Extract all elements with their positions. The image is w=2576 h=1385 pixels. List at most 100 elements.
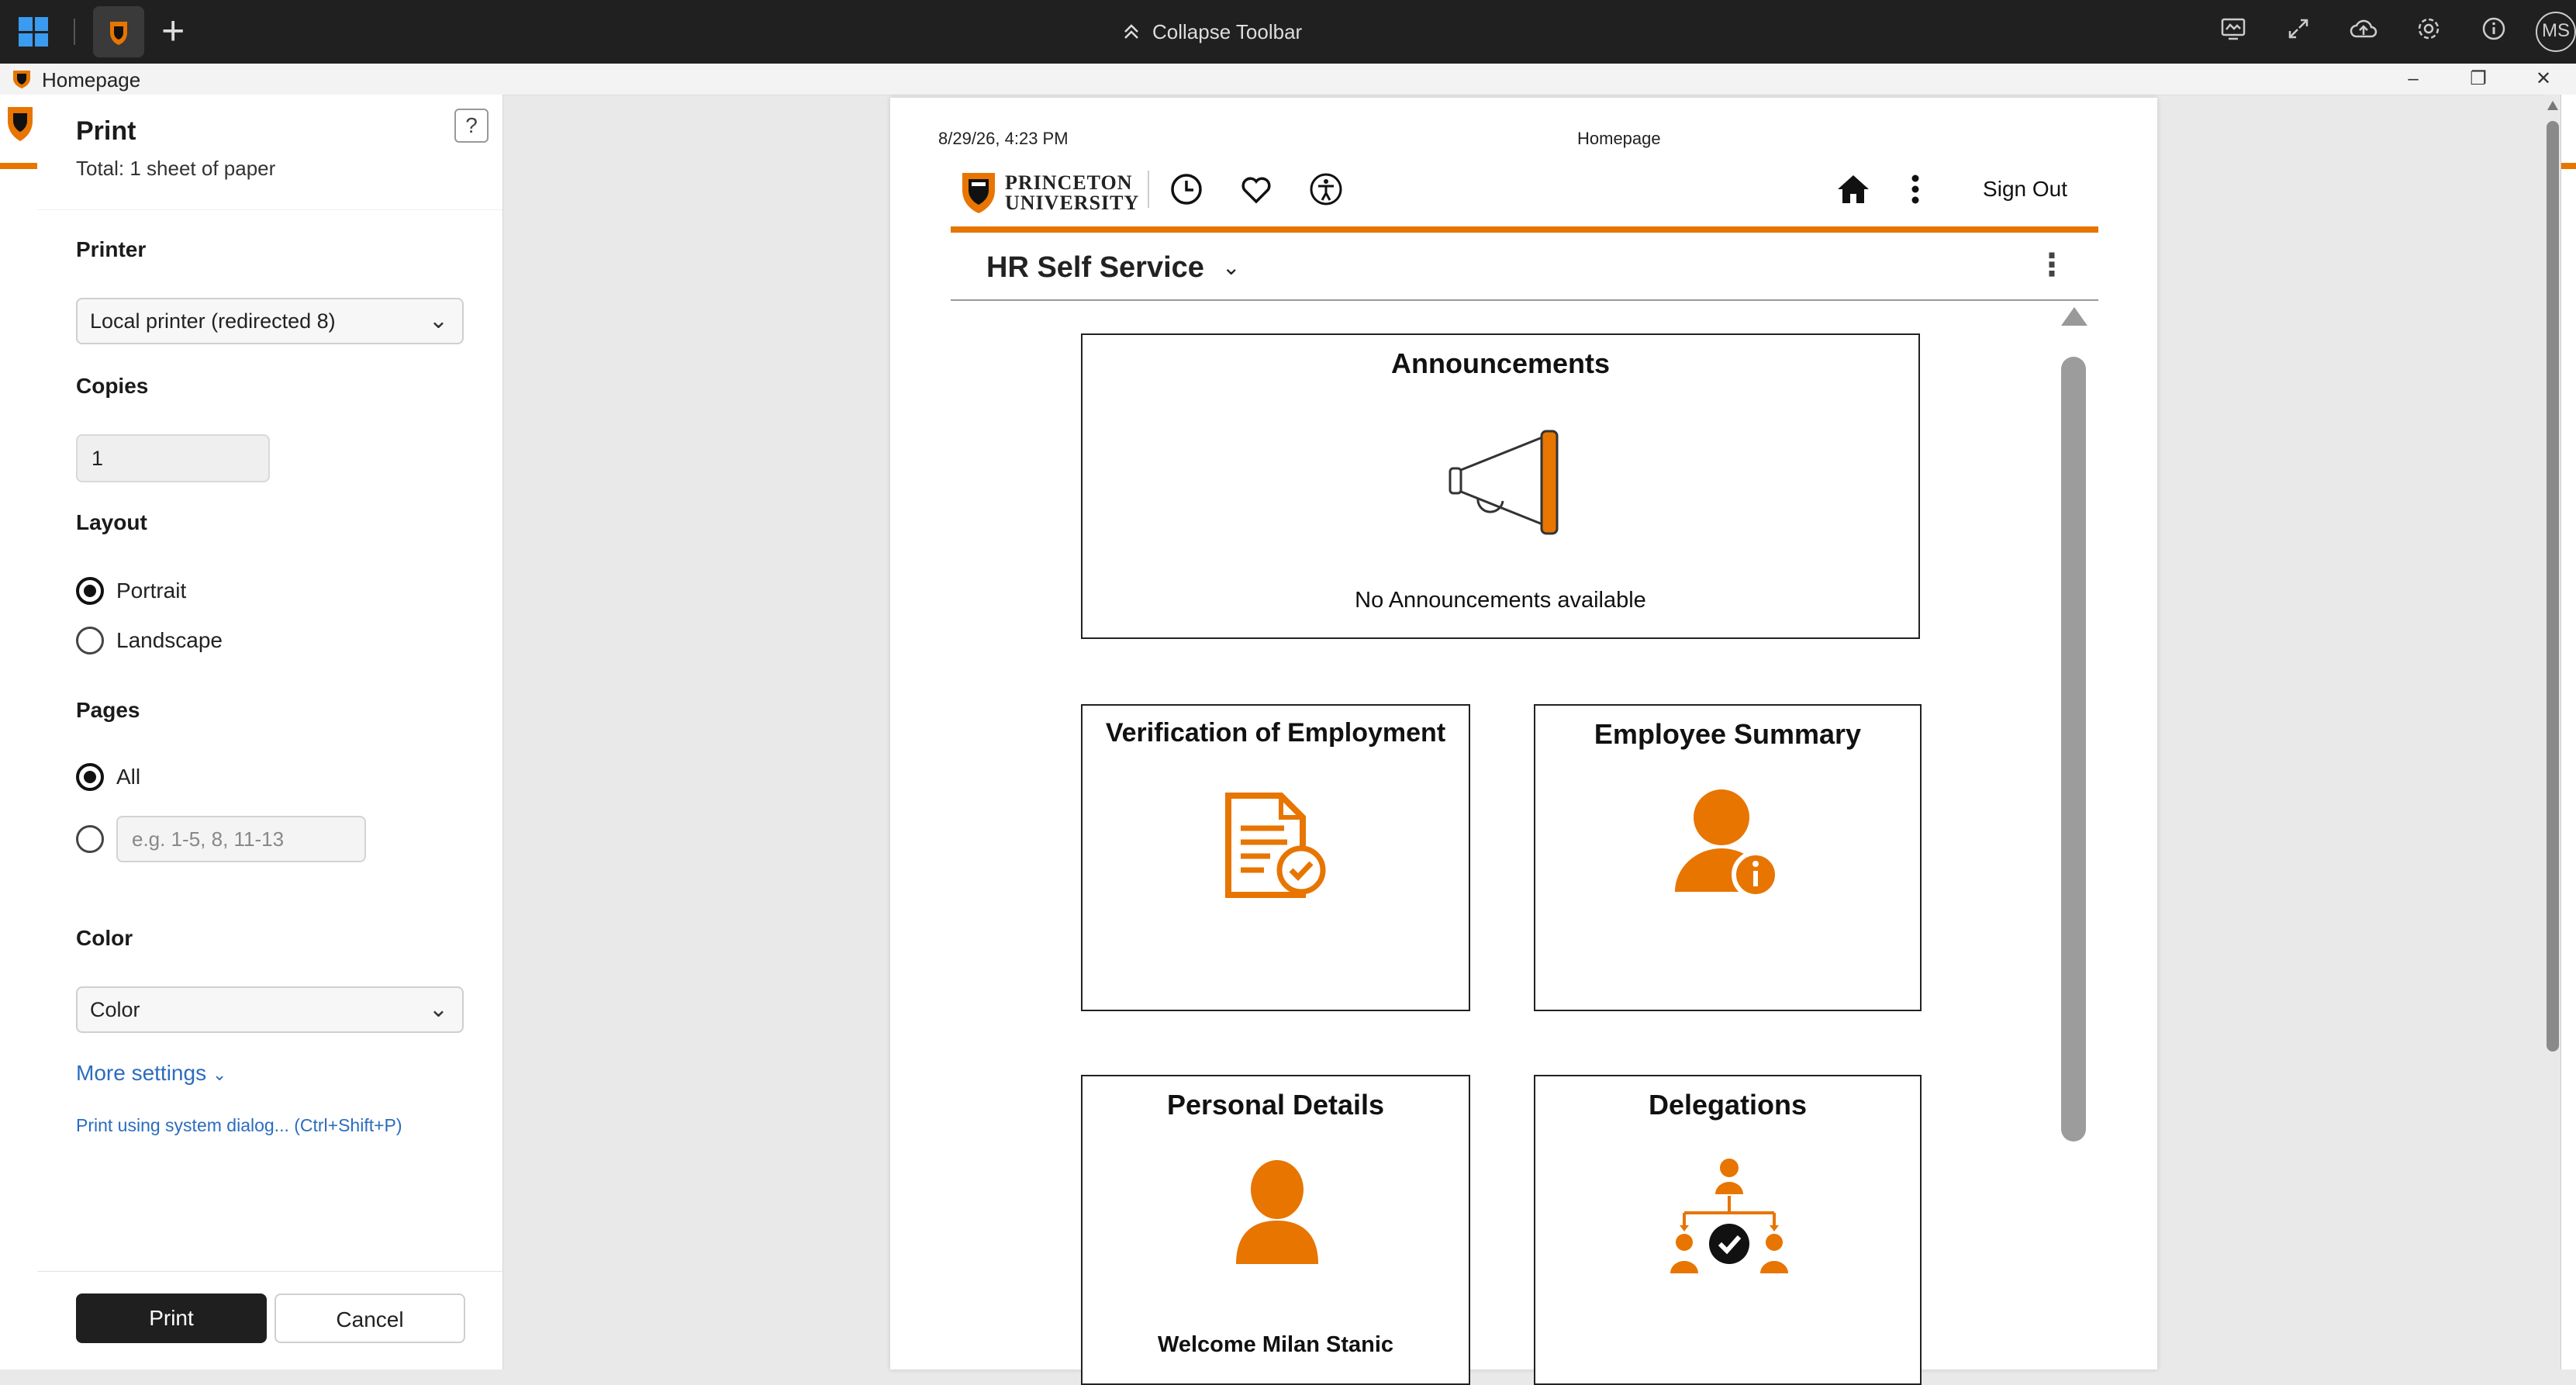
clock-icon[interactable] bbox=[1168, 171, 1205, 208]
kebab-menu-icon[interactable] bbox=[1897, 171, 1934, 208]
delegations-tile[interactable]: Delegations bbox=[1534, 1075, 1922, 1385]
background-page-edge bbox=[2560, 95, 2576, 1369]
layout-label: Layout bbox=[76, 510, 147, 534]
info-icon[interactable] bbox=[2461, 16, 2526, 47]
person-info-icon bbox=[1675, 789, 1780, 899]
scroll-thumb[interactable] bbox=[2061, 357, 2086, 1142]
section-title[interactable]: HR Self Service bbox=[986, 251, 1204, 285]
cloud-upload-icon[interactable] bbox=[2331, 16, 2396, 47]
help-icon[interactable]: ? bbox=[454, 109, 489, 143]
pages-range-input[interactable]: e.g. 1-5, 8, 11-13 bbox=[116, 816, 366, 862]
kebab-menu-icon[interactable]: ⋮ bbox=[2036, 248, 2067, 282]
print-page-title: Homepage bbox=[1577, 129, 1661, 148]
announcements-tile[interactable]: Announcements No Announcements available bbox=[1081, 333, 1920, 639]
color-label: Color bbox=[76, 926, 133, 950]
logo-line2: UNIVERSITY bbox=[1005, 192, 1140, 214]
verification-tile[interactable]: Verification of Employment bbox=[1081, 704, 1470, 1011]
print-settings-panel: Print Total: 1 sheet of paper ? Printer … bbox=[37, 95, 503, 1369]
pages-label: Pages bbox=[76, 698, 140, 722]
tile-title: Employee Summary bbox=[1594, 718, 1862, 750]
printer-select[interactable]: Local printer (redirected 8) ⌄ bbox=[76, 298, 464, 344]
scroll-up-icon[interactable] bbox=[2061, 307, 2087, 326]
home-icon[interactable] bbox=[1835, 171, 1872, 208]
color-select[interactable]: Color ⌄ bbox=[76, 986, 464, 1033]
close-window-button[interactable]: ✕ bbox=[2511, 64, 2576, 95]
preview-outer-scrollbar[interactable] bbox=[2545, 95, 2560, 1369]
delegation-org-icon bbox=[1670, 1159, 1788, 1273]
princeton-shield-icon bbox=[8, 107, 33, 141]
print-preview-page: 8/29/26, 4:23 PM Homepage PRINCETON UNIV… bbox=[890, 98, 2157, 1385]
collapse-toolbar-label: Collapse Toolbar bbox=[1152, 20, 1303, 43]
layout-portrait-option[interactable]: Portrait bbox=[76, 577, 186, 605]
employee-summary-tile[interactable]: Employee Summary bbox=[1534, 704, 1922, 1011]
portrait-label: Portrait bbox=[116, 579, 187, 603]
color-value: Color bbox=[90, 998, 140, 1021]
cancel-button[interactable]: Cancel bbox=[275, 1293, 465, 1343]
system-dialog-link[interactable]: Print using system dialog... (Ctrl+Shift… bbox=[76, 1115, 402, 1136]
restore-button[interactable]: ❐ bbox=[2446, 64, 2511, 95]
window-title: Homepage bbox=[42, 68, 141, 92]
more-settings-label: More settings bbox=[76, 1061, 207, 1085]
logo-line1: PRINCETON bbox=[1005, 171, 1133, 194]
tile-title: Announcements bbox=[1390, 347, 1611, 379]
gear-icon[interactable] bbox=[2396, 16, 2461, 48]
print-dialog-title: Print bbox=[76, 116, 136, 146]
landscape-label: Landscape bbox=[116, 628, 223, 652]
window-title-bar: Homepage – ❐ ✕ bbox=[0, 64, 2576, 95]
chevron-down-icon: ⌄ bbox=[212, 1065, 227, 1084]
dialog-footer: Print Cancel bbox=[37, 1271, 502, 1369]
tile-title: Verification of Employment bbox=[1105, 718, 1446, 748]
sheet-total: Total: 1 sheet of paper bbox=[76, 157, 276, 180]
hr-self-service-bar: HR Self Service ⌄ ⋮ bbox=[951, 237, 2098, 301]
princeton-logo[interactable]: PRINCETON UNIVERSITY bbox=[960, 171, 1139, 216]
radio-unselected[interactable] bbox=[76, 627, 104, 655]
princeton-shield-icon bbox=[110, 22, 127, 45]
tile-title: Personal Details bbox=[1166, 1089, 1385, 1121]
radio-selected[interactable] bbox=[76, 577, 104, 605]
scroll-thumb[interactable] bbox=[2547, 121, 2559, 1052]
copies-label: Copies bbox=[76, 374, 149, 398]
print-timestamp: 8/29/26, 4:23 PM bbox=[938, 129, 1069, 148]
pages-all-option[interactable]: All bbox=[76, 763, 140, 791]
add-session-button[interactable]: + bbox=[161, 9, 185, 53]
session-tab[interactable] bbox=[93, 6, 144, 57]
printer-label: Printer bbox=[76, 237, 147, 261]
chevron-down-icon: ⌄ bbox=[428, 308, 448, 333]
preview-scrollbar[interactable] bbox=[2060, 307, 2087, 1346]
layout-landscape-option[interactable]: Landscape bbox=[76, 627, 223, 655]
person-icon bbox=[1236, 1160, 1318, 1264]
document-check-icon bbox=[1225, 793, 1326, 898]
minimize-button[interactable]: – bbox=[2381, 64, 2446, 95]
double-chevron-up-icon bbox=[1124, 24, 1138, 39]
background-page-edge bbox=[0, 95, 38, 1369]
princeton-shield-icon bbox=[962, 173, 995, 213]
princeton-shield-icon bbox=[13, 71, 30, 88]
print-button[interactable]: Print bbox=[76, 1293, 267, 1343]
remote-toolbar: + Collapse Toolbar MS bbox=[0, 0, 2576, 64]
radio-unselected[interactable] bbox=[76, 825, 104, 853]
collapse-toolbar-button[interactable]: Collapse Toolbar bbox=[1121, 17, 1302, 47]
site-header: PRINCETON UNIVERSITY Sign Out bbox=[951, 160, 2098, 233]
more-settings-link[interactable]: More settings ⌄ bbox=[76, 1061, 226, 1086]
heart-icon[interactable] bbox=[1238, 171, 1275, 208]
megaphone-icon bbox=[1449, 430, 1559, 535]
chevron-down-icon[interactable]: ⌄ bbox=[1222, 254, 1240, 280]
pages-all-label: All bbox=[116, 765, 141, 789]
scroll-up-icon[interactable] bbox=[2547, 101, 2558, 110]
windows-start-icon[interactable] bbox=[19, 17, 48, 47]
expand-icon[interactable] bbox=[2266, 16, 2331, 47]
personal-details-tile[interactable]: Personal Details Welcome Milan Stanic bbox=[1081, 1075, 1470, 1385]
tile-title: Delegations bbox=[1648, 1089, 1808, 1121]
sign-out-link[interactable]: Sign Out bbox=[1983, 177, 2067, 202]
printer-value: Local printer (redirected 8) bbox=[90, 309, 336, 333]
no-announcements-text: No Announcements available bbox=[1355, 588, 1646, 613]
toolbar-separator bbox=[74, 19, 75, 45]
copies-input[interactable]: 1 bbox=[76, 434, 270, 482]
chevron-down-icon: ⌄ bbox=[428, 996, 448, 1022]
accessibility-icon[interactable] bbox=[1307, 171, 1345, 208]
monitor-icon[interactable] bbox=[2201, 16, 2266, 48]
user-avatar[interactable]: MS bbox=[2536, 12, 2576, 52]
radio-selected[interactable] bbox=[76, 763, 104, 791]
pages-custom-option[interactable]: e.g. 1-5, 8, 11-13 bbox=[76, 816, 366, 862]
welcome-text: Welcome Milan Stanic bbox=[1157, 1332, 1394, 1357]
